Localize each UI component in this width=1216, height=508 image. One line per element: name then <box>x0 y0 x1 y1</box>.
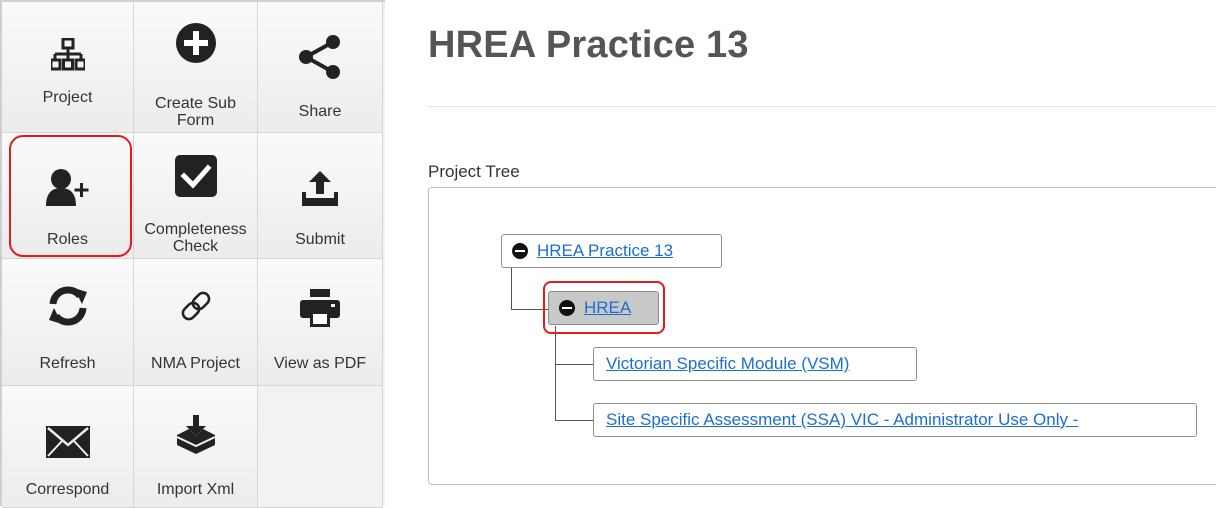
submit-button[interactable]: Submit <box>258 133 383 259</box>
import-xml-button[interactable]: Import Xml <box>134 386 258 508</box>
nma-project-button[interactable]: NMA Project <box>134 259 258 386</box>
tree-node-link[interactable]: HREA <box>584 298 631 318</box>
tree-node-vsm[interactable]: Victorian Specific Module (VSM) <box>593 347 917 381</box>
refresh-icon <box>2 283 133 329</box>
project-button[interactable]: Project <box>2 2 134 133</box>
user-plus-icon <box>2 165 133 211</box>
create-sub-form-label: Create Sub Form <box>155 95 236 129</box>
envelope-icon <box>2 419 133 465</box>
view-as-pdf-button[interactable]: View as PDF <box>258 259 383 386</box>
correspond-button[interactable]: Correspond <box>2 386 134 508</box>
tree-node-hrea[interactable]: HREA <box>548 291 659 325</box>
tree-connector <box>511 268 512 310</box>
nma-project-label: NMA Project <box>151 355 240 372</box>
tree-node-ssa[interactable]: Site Specific Assessment (SSA) VIC - Adm… <box>593 403 1197 437</box>
tree-node-link[interactable]: Site Specific Assessment (SSA) VIC - Adm… <box>606 410 1078 430</box>
share-label: Share <box>298 103 342 120</box>
action-toolbar: Project Create Sub Form Share Roles Comp… <box>0 0 385 508</box>
check-square-icon <box>134 153 257 199</box>
collapse-icon[interactable] <box>559 300 575 316</box>
view-as-pdf-label: View as PDF <box>273 355 367 372</box>
link-icon <box>134 283 257 329</box>
tree-node-link[interactable]: Victorian Specific Module (VSM) <box>606 354 849 374</box>
completeness-check-label: Completeness Check <box>144 221 247 255</box>
project-tree-panel <box>428 187 1216 485</box>
empty-toolbar-cell <box>258 386 383 508</box>
tree-connector <box>555 364 593 365</box>
submit-label: Submit <box>295 231 345 248</box>
completeness-check-button[interactable]: Completeness Check <box>134 133 258 259</box>
sitemap-icon <box>2 32 133 78</box>
tree-node-root[interactable]: HREA Practice 13 <box>501 234 722 268</box>
refresh-button[interactable]: Refresh <box>2 259 134 386</box>
title-divider <box>428 106 1216 107</box>
project-label: Project <box>42 89 93 106</box>
tree-node-link[interactable]: HREA Practice 13 <box>537 241 673 261</box>
share-icon <box>258 34 382 80</box>
roles-label: Roles <box>47 231 88 248</box>
correspond-label: Correspond <box>25 481 110 498</box>
plus-circle-icon <box>134 20 257 66</box>
collapse-icon[interactable] <box>512 243 528 259</box>
create-sub-form-button[interactable]: Create Sub Form <box>134 2 258 133</box>
tree-connector <box>555 420 593 421</box>
import-xml-label: Import Xml <box>156 481 235 498</box>
tree-connector <box>555 326 556 420</box>
print-icon <box>258 285 382 331</box>
import-icon <box>134 412 257 458</box>
upload-icon <box>258 165 382 211</box>
tree-connector <box>511 309 548 310</box>
roles-button[interactable]: Roles <box>2 133 134 259</box>
refresh-label: Refresh <box>39 355 96 372</box>
page-title: HREA Practice 13 <box>428 24 749 66</box>
project-tree-label: Project Tree <box>428 162 520 181</box>
share-button[interactable]: Share <box>258 2 383 133</box>
